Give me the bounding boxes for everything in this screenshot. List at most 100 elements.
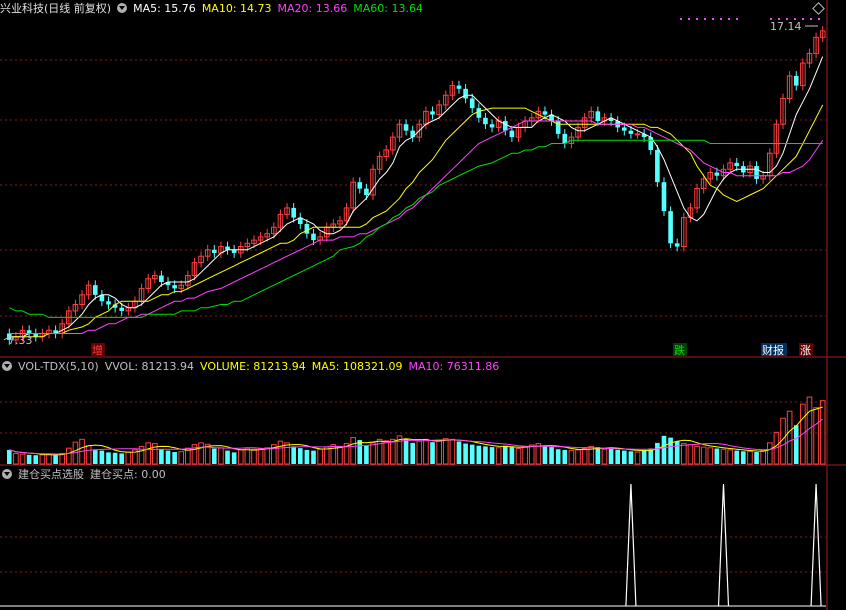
volume-bar-down: [99, 450, 105, 464]
volume-bar-down: [754, 452, 759, 464]
volume-bar-up: [66, 447, 72, 465]
candle-down: [291, 207, 296, 218]
candle-down: [26, 330, 32, 334]
candle-down: [628, 130, 634, 134]
candle-down: [509, 130, 515, 138]
volume-bar-down: [53, 455, 58, 464]
volume-bar-up: [700, 446, 707, 465]
volume-bar-up: [198, 442, 204, 465]
volume-bar-up: [694, 445, 700, 465]
candle-down: [542, 111, 548, 115]
event-tag: 财报: [762, 343, 784, 357]
volume-bar-down: [311, 450, 316, 464]
volume-bar-up: [806, 396, 813, 465]
marker-dot: [688, 18, 690, 20]
buy-signal-spike: [625, 483, 637, 607]
volume-ma-line: [9, 418, 824, 455]
volume-bar-up: [515, 448, 522, 465]
volume-bar-down: [483, 446, 488, 464]
volume-bar-down: [469, 444, 475, 464]
volume-bar-up: [178, 451, 185, 465]
marker-dot: [720, 18, 722, 20]
event-tag: 涨: [800, 344, 811, 357]
candle-down: [476, 108, 482, 118]
volume-bar-down: [364, 445, 369, 464]
candle-down: [304, 224, 310, 234]
volume-bar-up: [495, 447, 502, 465]
volume-bar-down: [562, 449, 568, 464]
volume-bar-up: [416, 440, 423, 465]
volume-bar-up: [423, 438, 429, 465]
volume-bar-down: [668, 437, 673, 464]
marker-dot: [818, 18, 820, 20]
candle-down: [655, 149, 660, 183]
volume-bar-down: [211, 448, 217, 464]
candle-down: [469, 98, 475, 109]
volume-bar-down: [741, 451, 746, 464]
volume-bar-up: [601, 448, 608, 465]
ma-line-ma60: [9, 139, 823, 318]
candle-down: [463, 88, 468, 99]
candle-down: [483, 117, 488, 125]
marker-dot: [810, 18, 812, 20]
candle-down: [159, 275, 164, 282]
volume-bar-up: [819, 400, 826, 465]
candle-down: [661, 182, 667, 212]
volume-bar-up: [244, 447, 251, 465]
low-price-label: 7.33: [8, 334, 33, 347]
volume-bar-up: [449, 438, 456, 465]
volume-bar-up: [13, 452, 19, 465]
volume-bar-up: [218, 447, 224, 465]
event-tag: 增: [92, 343, 103, 357]
volume-bar-up: [19, 453, 26, 465]
stock-chart: 17.14 7.33 增 跌 财报 涨: [0, 0, 846, 610]
volume-bar-down: [403, 438, 409, 464]
candle-down: [92, 285, 98, 295]
volume-bar-down: [674, 441, 680, 464]
volume-bar-up: [581, 448, 588, 465]
volume-bar-up: [370, 442, 376, 465]
volume-bar-up: [522, 445, 528, 465]
volume-bar-down: [734, 450, 740, 464]
candle-down: [172, 285, 177, 289]
marker-dot: [696, 18, 698, 20]
candle-down: [489, 124, 495, 128]
candle-down: [668, 211, 673, 244]
volume-bar-up: [707, 447, 714, 465]
volume-bar-down: [661, 435, 667, 464]
candle-down: [311, 233, 316, 241]
volume-bar-up: [766, 442, 773, 465]
candle-down: [562, 133, 568, 144]
marker-dot: [802, 18, 804, 20]
candle-down: [225, 246, 230, 250]
candle-down: [364, 188, 369, 196]
volume-ma-line: [9, 406, 823, 456]
volume-bar-down: [456, 441, 462, 464]
volume-bar-down: [714, 448, 720, 464]
volume-bar-up: [436, 439, 442, 465]
volume-bar-down: [159, 449, 164, 464]
volume-bar-up: [317, 448, 323, 465]
volume-bar-down: [304, 449, 310, 464]
candle-down: [754, 166, 759, 179]
volume-bar-down: [172, 452, 177, 464]
volume-bar-up: [323, 446, 330, 465]
volume-bar-up: [125, 451, 132, 465]
event-tag: 跌: [674, 343, 685, 357]
volume-bar-down: [608, 447, 614, 464]
volume-bar-down: [615, 449, 621, 464]
volume-bar-down: [33, 455, 39, 464]
volume-bar-up: [687, 444, 694, 465]
candle-down: [119, 307, 125, 311]
candle-down: [621, 127, 627, 131]
candle-down: [211, 249, 217, 253]
volume-bar-down: [489, 447, 495, 464]
volume-bar-down: [231, 452, 237, 464]
volume-bar-up: [145, 442, 151, 465]
volume-bar-down: [106, 452, 111, 464]
volume-bar-up: [720, 448, 727, 465]
candle-down: [595, 111, 601, 122]
candle-down: [502, 121, 508, 131]
volume-bar-down: [92, 449, 98, 464]
buy-signal-spike: [717, 483, 730, 607]
